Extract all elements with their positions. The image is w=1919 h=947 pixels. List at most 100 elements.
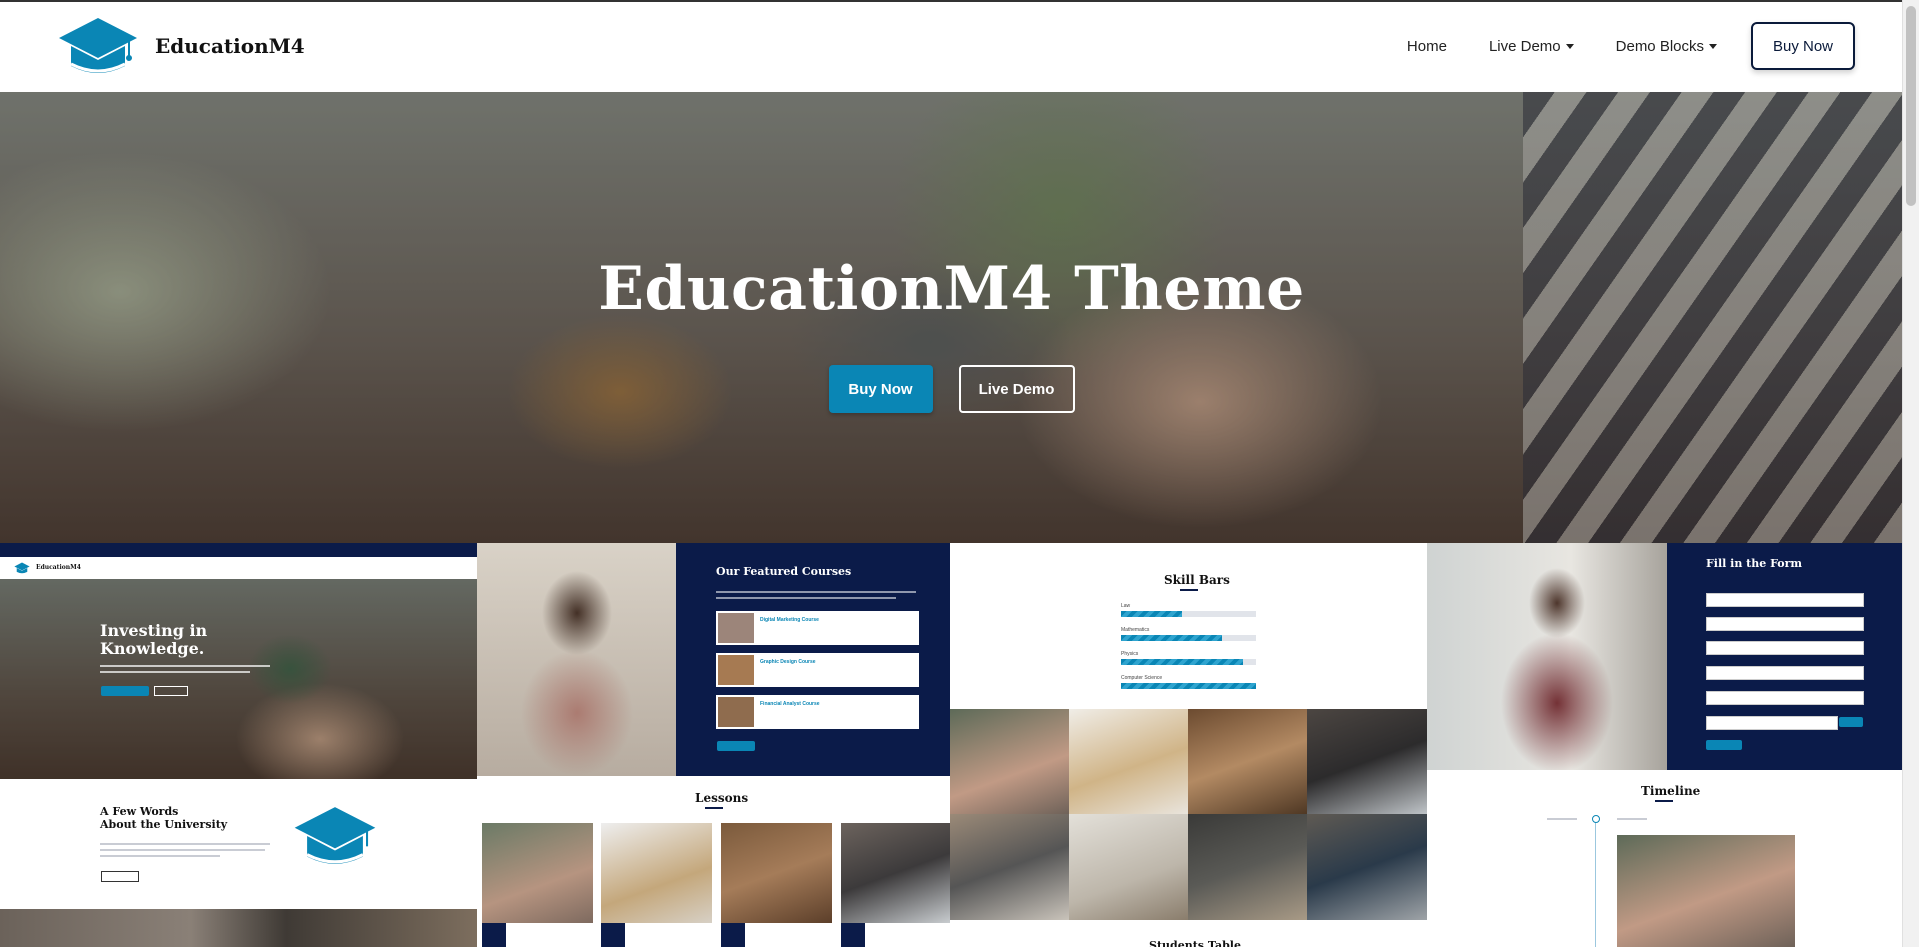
preview-form-field bbox=[1706, 617, 1864, 631]
preview-skill-bar-fill bbox=[1121, 659, 1243, 665]
preview-lesson-photo bbox=[721, 823, 832, 923]
preview-home-bottom-photo bbox=[0, 909, 477, 947]
preview-lesson-underline bbox=[705, 807, 723, 809]
preview-about-text bbox=[100, 855, 220, 857]
preview-skill-bar-fill bbox=[1121, 611, 1182, 617]
preview-form-field bbox=[1706, 716, 1838, 730]
page-scrollbar[interactable] bbox=[1902, 0, 1919, 947]
preview-timeline-title: Timeline bbox=[1641, 784, 1701, 798]
scrollbar-thumb[interactable] bbox=[1906, 6, 1916, 206]
hero-buttons: Buy Now Live Demo bbox=[0, 365, 1903, 413]
preview-course-thumb bbox=[718, 613, 754, 643]
preview-skill-bar-fill bbox=[1121, 683, 1256, 689]
graduation-cap-icon bbox=[14, 562, 30, 574]
preview-home-text bbox=[100, 665, 270, 667]
preview-skill-label: Law bbox=[1121, 603, 1131, 609]
nav-home-label: Home bbox=[1406, 37, 1447, 55]
preview-skill-bar bbox=[1121, 635, 1256, 641]
preview-timeline-underline bbox=[1655, 800, 1673, 802]
preview-skills-underline bbox=[1180, 589, 1198, 591]
preview-lesson-date bbox=[841, 923, 865, 947]
preview-about-learn-button bbox=[101, 871, 139, 882]
preview-home-learn-button bbox=[154, 686, 188, 696]
caret-down-icon bbox=[1709, 43, 1717, 49]
demo-preview-grid: EducationM4 Investing in Knowledge. A Fe… bbox=[0, 543, 1903, 947]
graduation-cap-icon bbox=[59, 18, 137, 73]
preview-form-send-button bbox=[1706, 740, 1742, 750]
preview-lesson-photo bbox=[601, 823, 712, 923]
nav-live-demo-label: Live Demo bbox=[1488, 37, 1561, 55]
brand-name: EducationM4 bbox=[155, 34, 305, 58]
preview-skill-bar bbox=[1121, 683, 1256, 689]
preview-skill-label: Mathematics bbox=[1121, 627, 1150, 633]
preview-timeline-dot bbox=[1592, 815, 1600, 823]
preview-home-title-2: Knowledge. bbox=[100, 639, 205, 658]
preview-lesson-photo bbox=[482, 823, 593, 923]
preview-skills[interactable]: Skill Bars Law Mathematics Physics Compu… bbox=[950, 543, 1427, 947]
preview-timeline-date bbox=[1547, 818, 1577, 820]
preview-courses-text bbox=[716, 597, 896, 599]
preview-skill-bar-fill bbox=[1121, 635, 1223, 641]
preview-home-text bbox=[100, 671, 250, 673]
preview-gallery-photo bbox=[950, 814, 1069, 920]
preview-about-title-2: About the University bbox=[100, 818, 228, 831]
preview-course-thumb bbox=[718, 655, 754, 685]
preview-form[interactable]: Fill in the Form Timeline bbox=[1427, 543, 1903, 947]
preview-logo-text: EducationM4 bbox=[36, 564, 81, 571]
navbar: EducationM4 Home Live Demo Demo Blocks B… bbox=[0, 2, 1903, 92]
preview-students-table-title: Students Table bbox=[1149, 939, 1241, 947]
preview-lesson-photo bbox=[841, 823, 950, 923]
nav-demo-blocks[interactable]: Demo Blocks bbox=[1616, 38, 1717, 55]
preview-courses-text bbox=[716, 591, 916, 593]
nav-demo-blocks-label: Demo Blocks bbox=[1615, 37, 1704, 55]
preview-gallery-photo bbox=[950, 709, 1069, 814]
preview-skill-bar bbox=[1121, 611, 1256, 617]
nav-home[interactable]: Home bbox=[1407, 38, 1447, 55]
preview-skill-bar bbox=[1121, 659, 1256, 665]
preview-courses-student-photo bbox=[477, 543, 676, 776]
caret-down-icon bbox=[1565, 43, 1574, 49]
preview-courses-title: Our Featured Courses bbox=[716, 565, 852, 578]
preview-about-text bbox=[100, 849, 265, 851]
preview-form-field bbox=[1706, 641, 1864, 655]
preview-gallery-photo bbox=[1188, 709, 1307, 814]
preview-gallery-photo bbox=[1307, 709, 1427, 814]
graduation-cap-icon bbox=[294, 807, 376, 864]
nav-live-demo[interactable]: Live Demo bbox=[1489, 38, 1574, 55]
preview-course-name: Graphic Design Course bbox=[760, 659, 816, 665]
preview-lessons-title: Lessons bbox=[695, 791, 749, 805]
preview-about-title-1: A Few Words bbox=[100, 805, 179, 818]
preview-timeline-photo bbox=[1617, 835, 1795, 947]
preview-courses[interactable]: Our Featured Courses Digital Marketing C… bbox=[477, 543, 950, 947]
preview-course-thumb bbox=[718, 697, 754, 727]
nav-buy-now-button[interactable]: Buy Now bbox=[1751, 22, 1855, 70]
preview-gallery-photo bbox=[1307, 814, 1427, 920]
preview-lesson-date bbox=[482, 923, 506, 947]
brand-logo[interactable]: EducationM4 bbox=[57, 16, 305, 76]
preview-timeline-label bbox=[1617, 818, 1647, 820]
preview-lesson-date bbox=[721, 923, 745, 947]
preview-form-panel bbox=[1667, 543, 1903, 770]
main-menu: Home Live Demo Demo Blocks Buy Now bbox=[1365, 22, 1855, 70]
preview-skills-title: Skill Bars bbox=[1164, 573, 1230, 587]
preview-course-name: Financial Analyst Course bbox=[760, 701, 820, 707]
preview-about-text bbox=[100, 843, 270, 845]
preview-form-upload-button bbox=[1839, 717, 1863, 727]
preview-home-title-1: Investing in bbox=[100, 621, 208, 640]
hero-live-demo-button[interactable]: Live Demo bbox=[958, 365, 1075, 413]
preview-view-all-button bbox=[717, 741, 755, 751]
hero-banner: EducationM4 Theme Buy Now Live Demo bbox=[0, 92, 1903, 543]
preview-lesson-date bbox=[601, 923, 625, 947]
preview-gallery-photo bbox=[1069, 814, 1188, 920]
preview-skill-label: Computer Science bbox=[1121, 675, 1163, 681]
preview-course-name: Digital Marketing Course bbox=[760, 617, 819, 623]
preview-topbar bbox=[0, 543, 477, 557]
hero-buy-now-button[interactable]: Buy Now bbox=[828, 365, 933, 413]
preview-form-student-photo bbox=[1427, 543, 1667, 770]
preview-skill-label: Physics bbox=[1121, 651, 1139, 657]
preview-gallery-photo bbox=[1069, 709, 1188, 814]
preview-gallery-photo bbox=[1188, 814, 1307, 920]
hero-title: EducationM4 Theme bbox=[598, 254, 1305, 324]
preview-home[interactable]: EducationM4 Investing in Knowledge. A Fe… bbox=[0, 543, 477, 947]
preview-form-field bbox=[1706, 593, 1864, 607]
